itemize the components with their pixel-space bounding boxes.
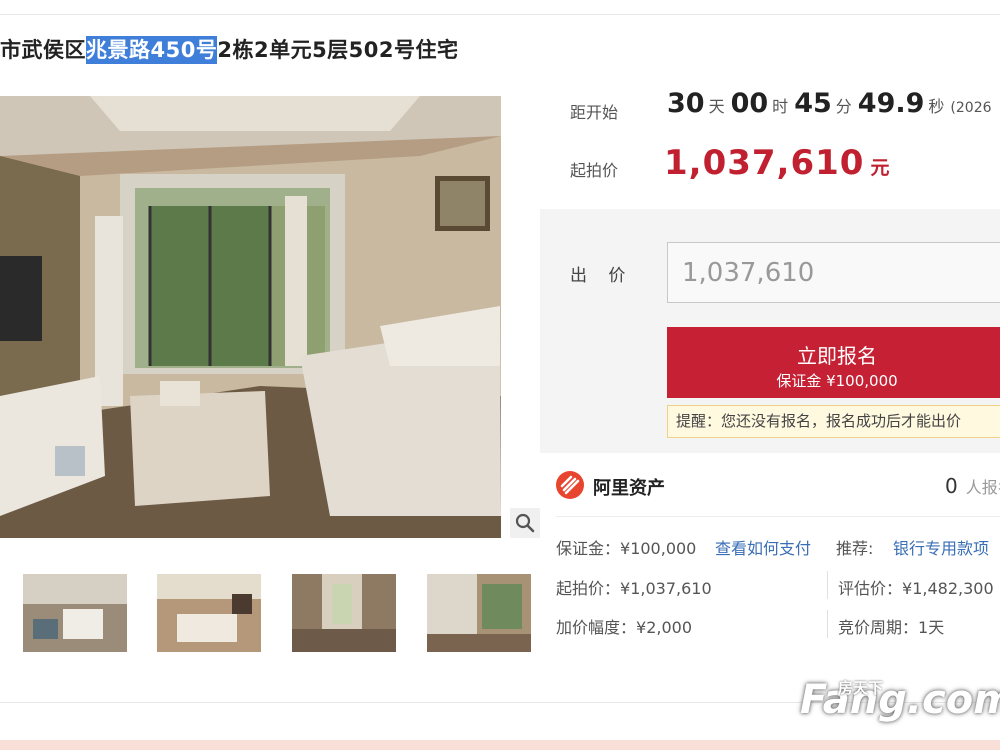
start-date: (2026 — [950, 100, 992, 116]
start-price-label: 起拍价 — [570, 161, 619, 180]
thumbnail-image — [23, 574, 127, 652]
registration-notice: 提醒：您还没有报名，报名成功后才能出价 — [667, 405, 1000, 438]
column-separator — [827, 610, 828, 638]
bid-label: 出 价 — [570, 266, 634, 286]
logo-glyph — [560, 475, 580, 495]
ali-assets-logo-icon — [556, 471, 584, 499]
thumbnail-3[interactable] — [292, 574, 396, 652]
top-divider — [0, 14, 1000, 15]
countdown-timer: 30 天 00 时 45 分 49.9 秒 (2026 — [667, 88, 992, 119]
title-prefix: 市武侯区 — [0, 38, 86, 62]
page-title: 市武侯区兆景路450号2栋2单元5层502号住宅 — [0, 34, 459, 64]
recommend-label: 推荐: — [836, 539, 874, 558]
bid-input[interactable] — [667, 242, 1000, 303]
thumbnail-image — [427, 574, 531, 652]
minutes-unit: 分 — [835, 97, 852, 116]
countdown-hours: 00 — [730, 88, 769, 119]
increment-row: 加价幅度：¥2,000 — [556, 614, 692, 638]
detail-start-price: 起拍价：¥1,037,610 — [556, 575, 712, 599]
start-price-value: 1,037,610 — [664, 143, 865, 183]
countdown-minutes: 45 — [794, 88, 832, 119]
detail-start-price-value: ¥1,037,610 — [620, 579, 712, 598]
appraisal-price: 评估价：¥1,482,300 — [838, 575, 994, 599]
column-separator — [827, 571, 828, 599]
deposit-value: ¥100,000 — [620, 539, 697, 558]
cycle-label: 竞价周期： — [838, 618, 919, 637]
increment-label: 加价幅度： — [556, 618, 637, 637]
cycle-value: 1天 — [918, 618, 945, 637]
hours-unit: 时 — [772, 97, 789, 116]
appraisal-value: ¥1,482,300 — [902, 579, 994, 598]
main-photo[interactable] — [0, 96, 501, 538]
days-unit: 天 — [708, 97, 725, 116]
thumbnail-2[interactable] — [157, 574, 261, 652]
seller-divider — [556, 516, 1000, 517]
signup-count-unit: 人报名 — [965, 478, 1000, 497]
thumbnail-1[interactable] — [23, 574, 127, 652]
living-room-photo — [0, 96, 501, 538]
fang-watermark: 房天下 Fang.com — [800, 677, 1000, 723]
appraisal-label: 评估价： — [838, 579, 903, 598]
bottom-band — [0, 740, 1000, 750]
magnifier-icon — [515, 513, 535, 533]
title-suffix: 2栋2单元5层502号住宅 — [217, 38, 459, 62]
thumbnail-4[interactable] — [427, 574, 531, 652]
seller-name[interactable]: 阿里资产 — [593, 474, 665, 500]
deposit-row: 保证金：¥100,000 — [556, 535, 696, 559]
signup-button[interactable]: 立即报名 保证金 ¥100,000 — [667, 327, 1000, 398]
seconds-unit: 秒 — [928, 97, 945, 116]
how-to-pay-link[interactable]: 查看如何支付 — [715, 535, 811, 559]
thumbnail-image — [292, 574, 396, 652]
signup-count-value: 0 — [945, 474, 958, 498]
cycle-row: 竞价周期：1天 — [838, 614, 944, 638]
signup-count: 0 人报名 — [945, 474, 1000, 498]
start-price-unit: 元 — [870, 157, 890, 179]
countdown-label: 距开始 — [570, 103, 619, 122]
signup-deposit: 保证金 ¥100,000 — [776, 371, 898, 390]
watermark-cn: 房天下 — [838, 679, 884, 697]
increment-value: ¥2,000 — [636, 618, 692, 637]
thumbnail-image — [157, 574, 261, 652]
zoom-button[interactable] — [510, 508, 540, 538]
start-price: 1,037,610 元 — [664, 143, 889, 183]
countdown-seconds: 49.9 — [857, 88, 925, 119]
signup-label: 立即报名 — [797, 343, 877, 368]
title-highlight: 兆景路450号 — [86, 36, 218, 64]
detail-start-price-label: 起拍价： — [556, 579, 621, 598]
deposit-label: 保证金： — [556, 539, 621, 558]
countdown-days: 30 — [667, 88, 705, 119]
watermark-en: Fang.com — [800, 677, 1000, 723]
recommend-link[interactable]: 银行专用款项 — [893, 535, 989, 559]
